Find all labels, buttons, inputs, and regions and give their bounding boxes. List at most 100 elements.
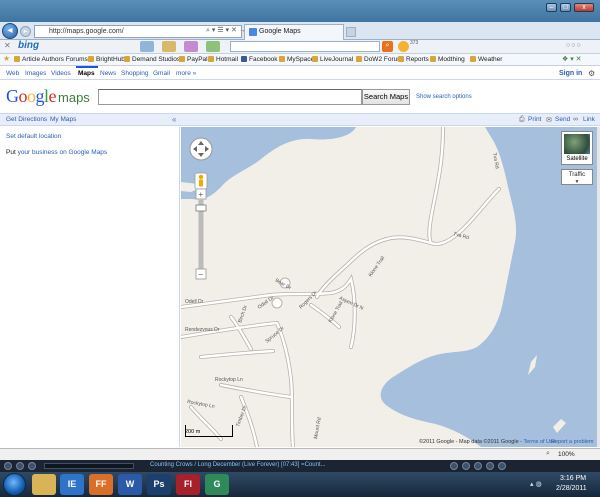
- media-control-icon[interactable]: [16, 462, 24, 470]
- send-link[interactable]: Send: [555, 116, 570, 123]
- back-button[interactable]: ◂: [2, 23, 18, 39]
- print-link[interactable]: Print: [528, 116, 541, 123]
- taskbar-app-photoshop[interactable]: Ps: [147, 474, 171, 495]
- bing-search-icon[interactable]: ⌕: [382, 41, 393, 52]
- favorite-link[interactable]: LiveJournal: [312, 55, 353, 65]
- favorite-icon: [312, 56, 318, 62]
- media-control-icon[interactable]: [4, 462, 12, 470]
- favorites-star-icon[interactable]: ★: [3, 54, 10, 63]
- toolbar-tool-icon[interactable]: [140, 41, 154, 52]
- map-canvas[interactable]: Tva Rd Tva Rd Klone Trail Odell Dr Odell…: [181, 127, 597, 447]
- gnav-images[interactable]: Images: [25, 70, 46, 77]
- clock-time[interactable]: 3:16 PM: [560, 475, 586, 482]
- url-action-icons[interactable]: ⌕ ▾ ☰ ▾ ✕ →: [206, 26, 246, 35]
- gnav-web[interactable]: Web: [6, 70, 19, 77]
- media-control-icon[interactable]: [28, 462, 36, 470]
- sign-in-link[interactable]: Sign in: [559, 70, 582, 77]
- link-chain-icon[interactable]: ∞: [573, 116, 578, 123]
- link-link[interactable]: Link: [583, 116, 595, 123]
- tab-google-maps[interactable]: Google Maps: [244, 24, 344, 40]
- now-playing-track: Counting Crows / Long December (Live For…: [150, 462, 326, 468]
- get-directions-link[interactable]: Get Directions: [6, 116, 47, 123]
- taskbar-explorer-icon[interactable]: [32, 474, 56, 495]
- my-maps-link[interactable]: My Maps: [50, 116, 76, 123]
- start-button[interactable]: [3, 473, 26, 496]
- favorite-link[interactable]: Weather: [470, 55, 502, 65]
- media-stop-icon[interactable]: [462, 462, 470, 470]
- favorite-link[interactable]: Article Authors Forums: [14, 55, 88, 65]
- favorite-icon: [356, 56, 362, 62]
- close-button[interactable]: x: [574, 3, 594, 12]
- taskbar-app-ie[interactable]: IE: [60, 474, 84, 495]
- toolbar-tool-icon[interactable]: [162, 41, 176, 52]
- favorites-bar: ★ Article Authors Forums BrightHub Deman…: [0, 54, 600, 66]
- favorite-link[interactable]: DoW2 Forum: [356, 55, 403, 65]
- forward-button[interactable]: ▸: [20, 26, 31, 37]
- favorite-link[interactable]: Hotmail: [208, 55, 238, 65]
- collapse-panel-button[interactable]: «: [172, 115, 176, 124]
- system-tray-icons[interactable]: ▴ ◍: [530, 480, 542, 488]
- satellite-button[interactable]: Satellite: [561, 131, 593, 165]
- favorite-link[interactable]: MySpace: [279, 55, 314, 65]
- maps-search-input[interactable]: [98, 89, 362, 105]
- media-next-icon[interactable]: [486, 462, 494, 470]
- favorite-link[interactable]: Modthing: [430, 55, 465, 65]
- show-search-options-link[interactable]: Show search options: [416, 94, 472, 100]
- gnav-maps[interactable]: Maps: [78, 70, 95, 77]
- zoom-out-icon[interactable]: –: [199, 270, 204, 279]
- pan-control[interactable]: [189, 137, 213, 161]
- taskbar-app-firefox[interactable]: FF: [89, 474, 113, 495]
- notification-icon[interactable]: [398, 41, 409, 52]
- traffic-button[interactable]: Traffic ▼: [561, 169, 593, 185]
- gnav-news[interactable]: News: [100, 70, 116, 77]
- toolbar-mail-icon[interactable]: [206, 41, 220, 52]
- minimize-button[interactable]: –: [546, 3, 557, 12]
- bing-search-input[interactable]: [230, 41, 380, 52]
- zoom-slider-thumb[interactable]: [195, 204, 207, 212]
- favorite-icon: [398, 56, 404, 62]
- google-maps-logo[interactable]: Google maps: [6, 86, 90, 107]
- toolbar-tool-icon[interactable]: [184, 41, 198, 52]
- media-prev-icon[interactable]: [450, 462, 458, 470]
- satellite-label: Satellite: [566, 156, 588, 162]
- zoom-in-icon[interactable]: +: [199, 190, 204, 199]
- taskbar-app-other[interactable]: G: [205, 474, 229, 495]
- toolbar-close-icon[interactable]: ✕: [4, 41, 11, 50]
- clock-date[interactable]: 2/28/2011: [556, 485, 587, 492]
- taskbar-app-flash[interactable]: Fl: [176, 474, 200, 495]
- gnav-shopping[interactable]: Shopping: [121, 70, 148, 77]
- print-icon[interactable]: ⎙: [519, 116, 525, 124]
- favorite-link[interactable]: Facebook: [241, 55, 278, 65]
- set-default-location-link[interactable]: Set default location: [6, 133, 61, 140]
- business-link[interactable]: your business on Google Maps: [18, 149, 108, 156]
- maps-subheader-bar: Get Directions My Maps « ⎙ Print ✉ Send …: [0, 113, 600, 126]
- maximize-button[interactable]: □: [560, 3, 571, 12]
- favorite-link[interactable]: Demand Studios: [124, 55, 180, 65]
- report-problem-link[interactable]: Report a problem: [551, 439, 594, 445]
- favorite-link[interactable]: Reports: [398, 55, 429, 65]
- facebook-icon: [241, 56, 247, 62]
- chevron-down-icon: ▼: [574, 179, 580, 185]
- new-tab-button[interactable]: [346, 27, 356, 37]
- favorite-link[interactable]: BrightHub: [88, 55, 125, 65]
- taskbar-app-word[interactable]: W: [118, 474, 142, 495]
- map-svg[interactable]: Tva Rd Tva Rd Klone Trail Odell Dr Odell…: [181, 127, 597, 447]
- favorite-icon: [430, 56, 436, 62]
- settings-gear-icon[interactable]: ⚙: [588, 69, 595, 78]
- maps-wordmark: maps: [58, 90, 90, 105]
- favorite-link[interactable]: PayPal: [179, 55, 208, 65]
- media-volume-icon[interactable]: [498, 462, 506, 470]
- gnav-videos[interactable]: Videos: [51, 70, 71, 77]
- zoom-magnifier-icon[interactable]: ⌕: [546, 450, 550, 458]
- left-panel: Set default location Put your business o…: [0, 127, 180, 447]
- toolbar-extra-icon[interactable]: ❖ ▾ ✕: [562, 55, 582, 63]
- zoom-level[interactable]: 100%: [558, 451, 575, 458]
- media-play-icon[interactable]: [474, 462, 482, 470]
- gnav-gmail[interactable]: Gmail: [153, 70, 170, 77]
- search-maps-button[interactable]: Search Maps: [362, 89, 410, 105]
- active-nav-indicator: [76, 66, 98, 68]
- send-email-icon[interactable]: ✉: [546, 116, 552, 124]
- toolbar-options-icon[interactable]: ○○○: [566, 42, 582, 49]
- street-view-pegman-icon[interactable]: [194, 172, 208, 190]
- gnav-more[interactable]: more »: [176, 70, 196, 77]
